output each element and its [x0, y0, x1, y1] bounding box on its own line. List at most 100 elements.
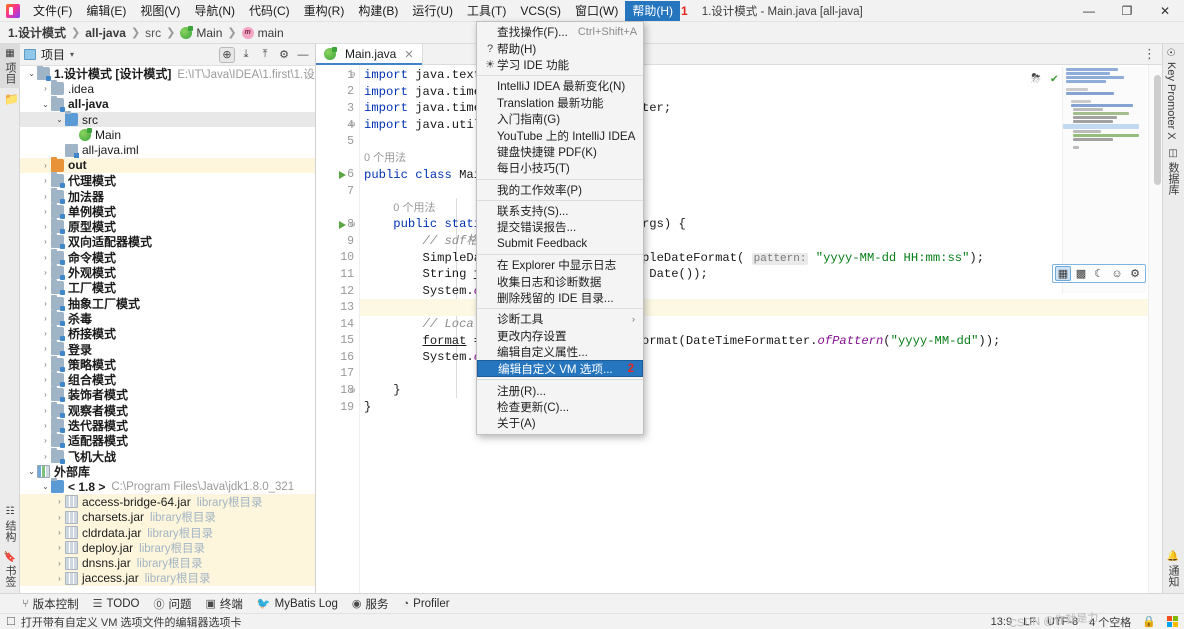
menu-item-3[interactable]: IntelliJ IDEA 最新变化(N)	[477, 78, 643, 94]
breadcrumb-item-src[interactable]: src	[145, 26, 161, 40]
tree-row[interactable]: › 桥接模式	[20, 325, 315, 341]
chevron-right-icon[interactable]: ›	[40, 299, 51, 308]
close-icon[interactable]: ✕	[404, 48, 413, 61]
editor-scrollbar[interactable]	[1153, 65, 1162, 593]
menu-item-15[interactable]: 删除残留的 IDE 目录...	[477, 290, 643, 306]
run-gutter-icon[interactable]	[337, 170, 348, 179]
indent-setting[interactable]: 4 个空格	[1089, 614, 1131, 629]
tree-row[interactable]: › cldrdata.jar library根目录	[20, 524, 315, 541]
chevron-right-icon[interactable]: ›	[40, 283, 51, 292]
line-separator[interactable]: LF	[1023, 616, 1036, 628]
fold-icon[interactable]: ⊖	[350, 120, 355, 130]
menu-item-10[interactable]: 联系支持(S)...	[477, 203, 643, 219]
project-tree[interactable]: ⌄ 1.设计模式 [设计模式] E:\IT\Java\IDEA\1.first\1.…	[20, 66, 315, 593]
menu-item-9[interactable]: 我的工作效率(P)	[477, 182, 643, 198]
expand-all-icon[interactable]: ⤓	[238, 47, 254, 63]
gutter-line[interactable]: 3	[316, 100, 359, 117]
zen-mode-icon[interactable]: ▩	[1073, 266, 1089, 281]
lock-icon[interactable]: 🔒	[1142, 615, 1156, 628]
gutter-line[interactable]: 19	[316, 399, 359, 416]
menu-4[interactable]: 代码(C)	[242, 1, 297, 21]
menu-2[interactable]: 视图(V)	[133, 1, 187, 21]
chevron-right-icon[interactable]: ›	[40, 314, 51, 323]
tree-row[interactable]: › out	[20, 156, 315, 174]
bottom-tab-版本控制[interactable]: ⑂ 版本控制	[22, 596, 79, 612]
menu-item-1[interactable]: ? 帮助(H)	[477, 40, 643, 56]
chevron-right-icon[interactable]: ›	[40, 253, 51, 262]
tree-row[interactable]: ⌄ 外部库	[20, 464, 315, 479]
tree-row[interactable]: › 工厂模式	[20, 279, 315, 295]
chevron-right-icon[interactable]: ›	[40, 192, 51, 201]
menu-item-4[interactable]: Translation 最新功能	[477, 95, 643, 111]
tree-row[interactable]: › 装饰者模式	[20, 386, 315, 402]
collapse-all-icon[interactable]: ⤒	[257, 47, 273, 63]
tree-row[interactable]: › 策略模式	[20, 355, 315, 372]
chevron-right-icon[interactable]: ›	[40, 344, 51, 353]
encoding[interactable]: UTF-8	[1047, 616, 1078, 628]
breadcrumb-item-project[interactable]: 1.设计模式	[8, 24, 66, 41]
chevron-down-icon[interactable]: ⌄	[40, 100, 51, 109]
chevron-down-icon[interactable]: ▾	[70, 50, 74, 59]
inspection-widget[interactable]: ⛈ ✔	[1031, 71, 1058, 87]
tree-row[interactable]: › 迭代器模式	[20, 416, 315, 433]
menu-item-12[interactable]: Submit Feedback	[477, 236, 643, 252]
gutter-line[interactable]: ⊖ 18	[316, 382, 359, 399]
gutter-line[interactable]: ⊖ 8	[316, 216, 359, 233]
fold-icon[interactable]: ⊖	[350, 386, 355, 396]
menu-item-22[interactable]: 关于(A)	[477, 415, 643, 431]
chevron-right-icon[interactable]: ›	[40, 84, 51, 93]
gutter-line[interactable]: 9	[316, 233, 359, 250]
tree-row[interactable]: › deploy.jar library根目录	[20, 540, 315, 556]
run-gutter-icon[interactable]	[337, 220, 348, 229]
inspection-off-icon[interactable]: ⛈	[1031, 72, 1041, 86]
chevron-right-icon[interactable]: ›	[40, 222, 51, 231]
menu-item-2[interactable]: ☀ 学习 IDE 功能	[477, 57, 643, 73]
grid-view-icon[interactable]: ▦	[1055, 266, 1071, 281]
bottom-tab-服务[interactable]: ◉ 服务	[352, 596, 389, 612]
tree-row[interactable]: › 原型模式	[20, 218, 315, 234]
gutter-line[interactable]: 14	[316, 316, 359, 333]
gutter-line[interactable]: 15	[316, 333, 359, 350]
bottom-tab-mybatis-log[interactable]: 🐦 MyBatis Log	[257, 597, 338, 611]
gutter-line[interactable]: ⊖ 4	[316, 117, 359, 134]
editor-minimap[interactable]	[1062, 67, 1146, 293]
tree-row[interactable]: › 适配器模式	[20, 432, 315, 448]
chevron-right-icon[interactable]: ›	[54, 574, 65, 583]
chevron-down-icon[interactable]: ⌄	[26, 69, 37, 78]
gutter-line[interactable]	[316, 150, 359, 167]
chevron-right-icon[interactable]: ›	[54, 543, 65, 552]
chevron-right-icon[interactable]: ›	[40, 329, 51, 338]
gutter-line[interactable]: 10	[316, 250, 359, 267]
tree-row[interactable]: ⌄ < 1.8 > C:\Program Files\Java\jdk1.8.0_3…	[20, 478, 315, 494]
tree-row[interactable]: › 命令模式	[20, 248, 315, 265]
chevron-right-icon[interactable]: ›	[54, 528, 65, 537]
chevron-down-icon[interactable]: ⌄	[40, 482, 51, 491]
tree-row[interactable]: › access-bridge-64.jar library根目录	[20, 494, 315, 510]
editor-options-icon[interactable]: ⋮	[1143, 44, 1162, 64]
chevron-right-icon[interactable]: ›	[54, 497, 65, 506]
chevron-right-icon[interactable]: ›	[40, 268, 51, 277]
dark-mode-icon[interactable]: ☾	[1091, 266, 1107, 281]
gutter-line[interactable]	[316, 200, 359, 217]
accessibility-icon[interactable]: ☺	[1109, 266, 1125, 281]
menu-11[interactable]: 帮助(H)	[625, 0, 681, 21]
bottom-tab-终端[interactable]: ▣ 终端	[206, 596, 243, 612]
menu-item-6[interactable]: YouTube 上的 IntelliJ IDEA	[477, 127, 643, 143]
menu-item-16[interactable]: 诊断工具 ›	[477, 311, 643, 327]
tab-main-java[interactable]: Main.java ✕	[316, 44, 423, 65]
gutter-line[interactable]: 12	[316, 283, 359, 300]
sidebar-item-bookmarks[interactable]: 🔖 书签	[0, 546, 20, 591]
menu-item-11[interactable]: 提交错误报告...	[477, 219, 643, 235]
caret-position[interactable]: 13:9	[991, 616, 1012, 628]
menu-8[interactable]: 工具(T)	[460, 1, 513, 21]
chevron-down-icon[interactable]: ⌄	[26, 467, 37, 476]
sidebar-item-database[interactable]: ◫ 数据库	[1163, 144, 1183, 199]
editor-gutter[interactable]: ⊖ 1 2 3 ⊖ 4 5 6 7 ⊖ 8 9 10 11 12 13 14 15 16 17 ⊖ 18 19	[316, 65, 360, 593]
breadcrumb-item-module[interactable]: all-java	[85, 26, 126, 40]
tree-row[interactable]: › 组合模式	[20, 371, 315, 387]
gutter-line[interactable]: 11	[316, 266, 359, 283]
menu-0[interactable]: 文件(F)	[26, 1, 79, 21]
breadcrumb-item-method[interactable]: m main	[241, 26, 284, 40]
chevron-right-icon[interactable]: ›	[54, 513, 65, 522]
menu-10[interactable]: 窗口(W)	[568, 1, 625, 21]
